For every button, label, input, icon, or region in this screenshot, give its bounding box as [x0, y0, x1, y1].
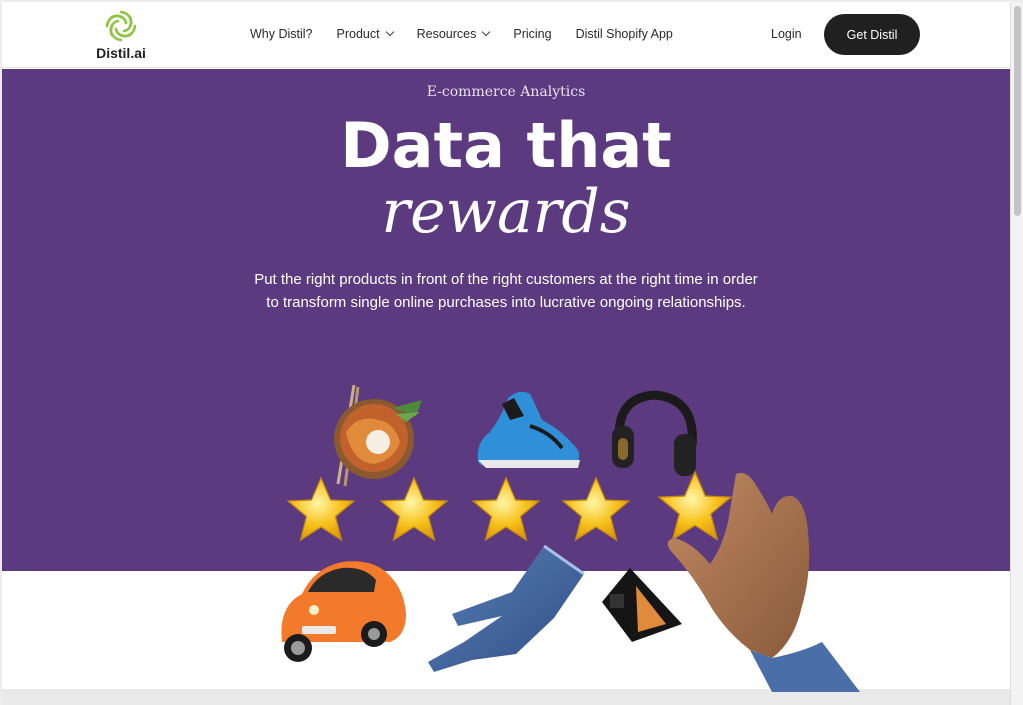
- nav-resources[interactable]: Resources: [416, 27, 491, 41]
- chevron-down-icon: [385, 27, 394, 37]
- nav-pricing[interactable]: Pricing: [513, 27, 551, 41]
- hero-subtext: Put the right products in front of the r…: [254, 271, 758, 311]
- nav-label: Distil Shopify App: [575, 27, 673, 41]
- page-scrollbar[interactable]: [1010, 2, 1023, 705]
- hero-section: E-commerce Analytics Data that rewards P…: [2, 69, 1010, 571]
- browser-viewport: Distil.ai Why Distil? Product Resources …: [2, 2, 1010, 705]
- scrollbar-thumb[interactable]: [1014, 6, 1021, 216]
- nav-label: Pricing: [513, 27, 552, 41]
- nav-product[interactable]: Product: [336, 27, 394, 41]
- nav-label: Product: [336, 27, 380, 41]
- nav-why-distil[interactable]: Why Distil?: [250, 27, 313, 41]
- nav-label: Resources: [416, 27, 477, 41]
- spiral-logo-icon: [105, 10, 137, 42]
- hero-bottom-band: [2, 571, 1010, 689]
- nav-shopify-app[interactable]: Distil Shopify App: [576, 27, 673, 41]
- site-header: Distil.ai Why Distil? Product Resources …: [2, 2, 1010, 68]
- main-nav: Why Distil? Product Resources Pricing Di…: [250, 27, 697, 41]
- hero-headline-italic: rewards: [381, 177, 631, 247]
- next-section-edge: [2, 689, 1010, 705]
- nav-label: Why Distil?: [250, 27, 313, 41]
- brand-logo[interactable]: Distil.ai: [90, 8, 152, 66]
- brand-name: Distil.ai: [96, 45, 146, 61]
- get-distil-button[interactable]: Get Distil: [824, 14, 920, 55]
- hero-headline: Data that: [340, 109, 672, 182]
- hero-eyebrow: E-commerce Analytics: [426, 84, 586, 100]
- login-link[interactable]: Login: [771, 27, 802, 41]
- chevron-down-icon: [482, 27, 491, 37]
